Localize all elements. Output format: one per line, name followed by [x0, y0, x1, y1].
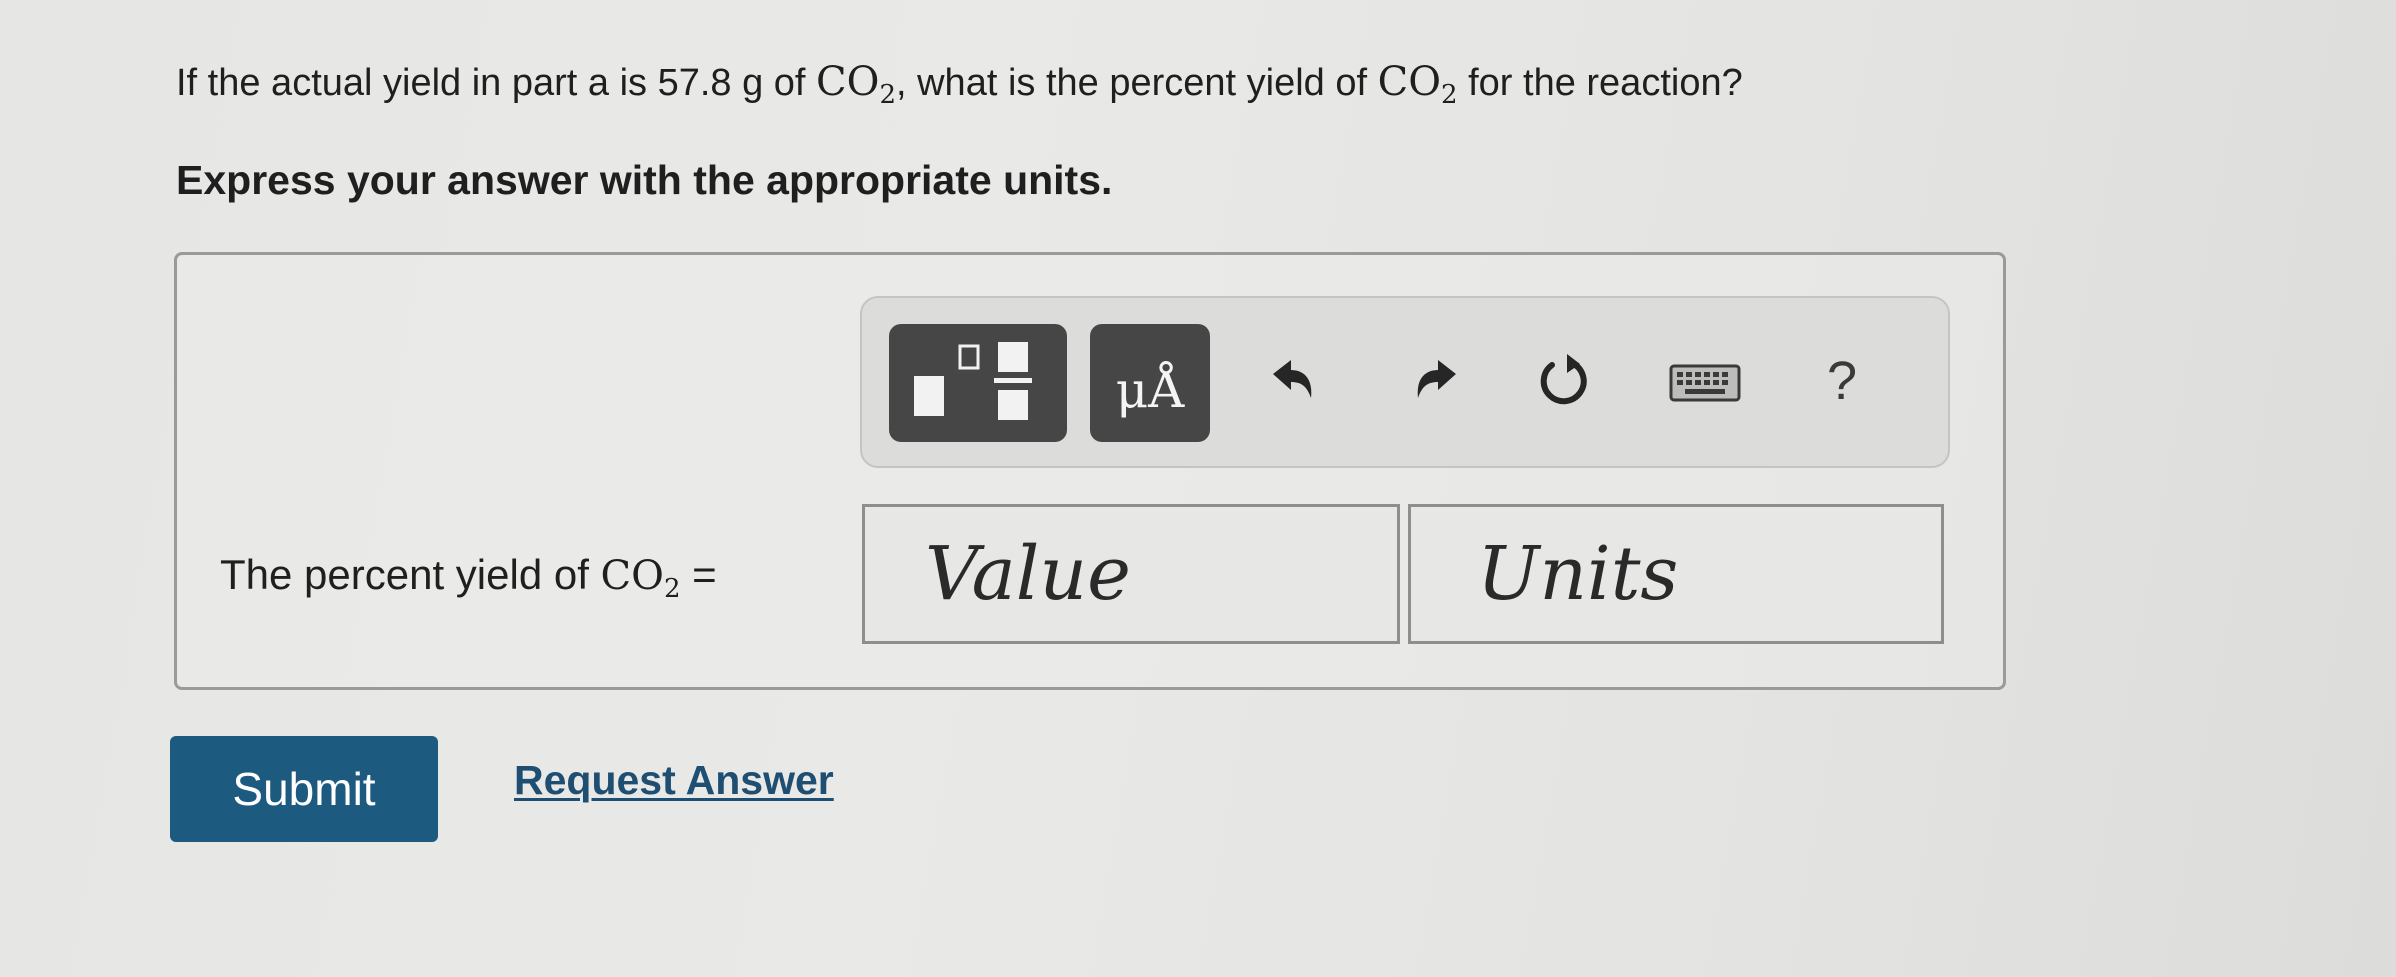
- question-middle: , what is the percent yield of: [896, 62, 1378, 104]
- reset-icon: [1540, 354, 1587, 405]
- chem-formula-co2: CO2: [816, 59, 896, 110]
- chem-formula-co2: CO2: [1377, 59, 1458, 110]
- chem-formula-co2: CO2: [600, 553, 681, 604]
- request-answer-link[interactable]: Request Answer: [514, 757, 834, 804]
- question-text: If the actual yield in part a is 57.8 g …: [176, 58, 1743, 110]
- template-button[interactable]: [889, 324, 1067, 442]
- instruction-text: Express your answer with the appropriate…: [176, 157, 1113, 203]
- undo-button[interactable]: [1257, 346, 1327, 416]
- reset-button[interactable]: [1528, 346, 1598, 416]
- units-icon: μÅ: [1115, 361, 1185, 419]
- keyboard-button[interactable]: [1667, 346, 1743, 416]
- template-fraction-icon: [914, 342, 1032, 420]
- undo-icon: [1273, 360, 1312, 398]
- submit-button[interactable]: Submit: [170, 736, 438, 842]
- answer-label: The percent yield of CO2 =: [220, 551, 717, 604]
- question-suffix: for the reaction?: [1457, 62, 1743, 104]
- help-icon: ?: [1826, 351, 1858, 411]
- redo-icon: [1417, 360, 1456, 398]
- keyboard-icon: [1669, 364, 1741, 402]
- redo-button[interactable]: [1402, 346, 1472, 416]
- math-toolbar: μÅ ?: [860, 296, 1950, 468]
- value-input[interactable]: [862, 504, 1400, 644]
- question-prefix: If the actual yield in part a is 57.8 g …: [176, 62, 817, 104]
- help-button[interactable]: ?: [1807, 346, 1877, 416]
- units-input[interactable]: [1408, 504, 1944, 644]
- units-button[interactable]: μÅ: [1090, 324, 1210, 442]
